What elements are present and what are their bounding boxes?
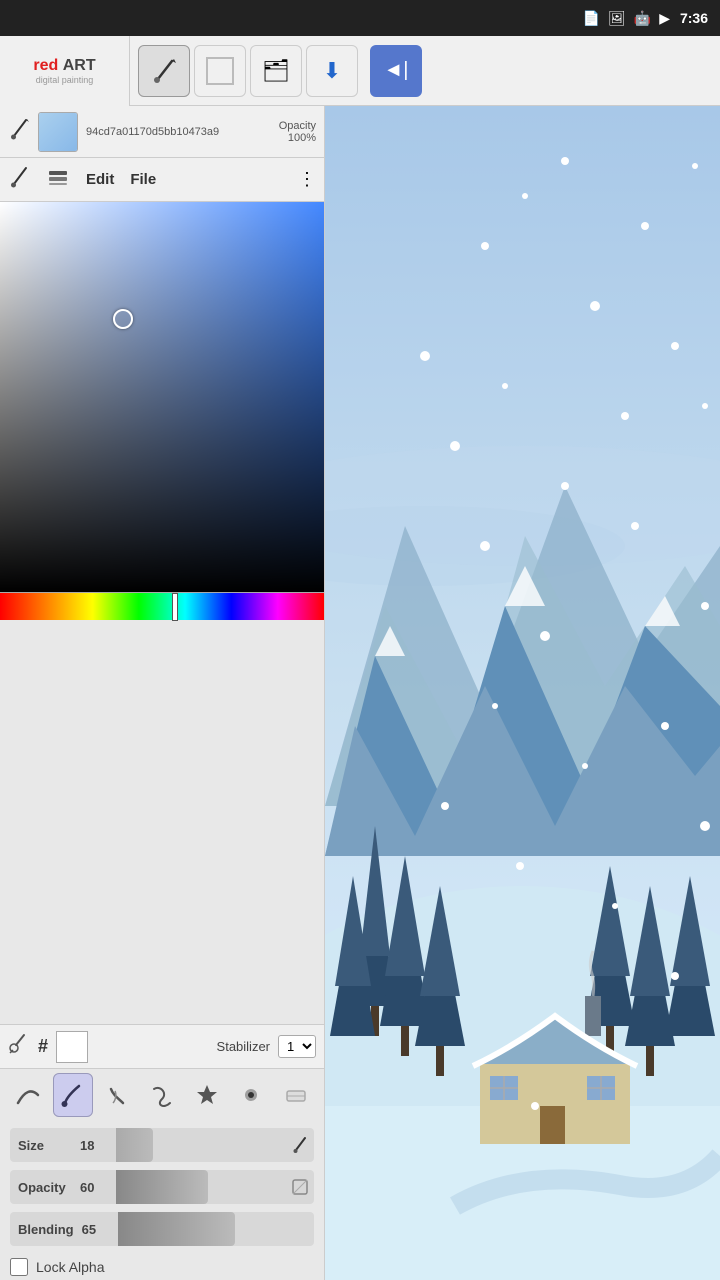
opacity-value: 60 xyxy=(80,1180,116,1195)
top-toolbar: red ART digital painting 🗂 ⬇ ◄| xyxy=(0,36,720,106)
size-slider-row: Size 18 xyxy=(10,1128,314,1162)
opacity-slider-row: Opacity 60 xyxy=(10,1170,314,1204)
edit-button[interactable]: Edit xyxy=(86,171,114,188)
curve-tool-button[interactable] xyxy=(8,1073,49,1117)
size-label: Size xyxy=(10,1138,80,1153)
hue-rainbow[interactable] xyxy=(0,592,324,620)
download-button[interactable]: ⬇ xyxy=(306,45,358,97)
folder-icon: 🗂 xyxy=(262,58,290,84)
smudge-tool-button[interactable] xyxy=(97,1073,138,1117)
new-canvas-icon xyxy=(206,57,234,85)
status-time: 7:36 xyxy=(680,10,708,26)
blending-label: Blending xyxy=(10,1222,82,1237)
brush-type-row xyxy=(0,1068,324,1120)
size-pen-icon xyxy=(286,1131,314,1159)
lock-alpha-label: Lock Alpha xyxy=(36,1259,105,1275)
paint-brush-button[interactable] xyxy=(53,1073,94,1117)
color-picker-area xyxy=(0,202,324,1024)
eyedropper-button[interactable] xyxy=(8,1033,30,1060)
file-button[interactable]: File xyxy=(130,171,156,188)
top-tool-buttons: 🗂 ⬇ ◄| xyxy=(130,45,720,97)
blending-value: 65 xyxy=(82,1222,118,1237)
size-slider[interactable] xyxy=(116,1128,284,1162)
blending-slider[interactable] xyxy=(118,1212,314,1246)
opacity-value: 100% xyxy=(288,132,316,144)
lock-alpha-row: Lock Alpha xyxy=(0,1254,324,1280)
brush-small-icon xyxy=(8,118,30,145)
logo-red: red xyxy=(33,57,58,74)
size-value: 18 xyxy=(80,1138,116,1153)
more-button[interactable]: ⋮ xyxy=(298,169,316,190)
opacity-title: Opacity xyxy=(279,120,316,132)
play-icon: ▶ xyxy=(659,10,670,27)
main-area: 94cd7a01170d5bb10473a9 Opacity 100% xyxy=(0,106,720,1280)
android-icon: 🤖 xyxy=(634,10,651,27)
brush-icon2 xyxy=(8,166,30,193)
edit-file-toolbar: Edit File ⋮ xyxy=(0,158,324,202)
status-bar: 📄 🖼 🤖 ▶ 7:36 xyxy=(0,0,720,36)
color-tools-row: # Stabilizer 1 2 3 4 5 xyxy=(0,1024,324,1068)
download-icon: ⬇ xyxy=(323,58,341,84)
stabilizer-label: Stabilizer xyxy=(217,1039,270,1054)
new-canvas-button[interactable] xyxy=(194,45,246,97)
blending-slider-row: Blending 65 xyxy=(10,1212,314,1246)
opacity-label: Opacity xyxy=(10,1180,80,1195)
color-gradient[interactable] xyxy=(0,202,324,592)
stabilizer-select[interactable]: 1 2 3 4 5 xyxy=(278,1035,316,1058)
layer-id-text: 94cd7a01170d5bb10473a9 xyxy=(86,126,271,138)
hue-cursor[interactable] xyxy=(172,593,178,621)
color-swatch[interactable] xyxy=(56,1031,88,1063)
sliders-area: Size 18 Opacity 60 xyxy=(0,1120,324,1254)
eraser-tool-button[interactable] xyxy=(275,1073,316,1117)
back-button[interactable]: ◄| xyxy=(370,45,422,97)
hash-button[interactable]: # xyxy=(38,1036,48,1057)
brush-icon xyxy=(150,57,178,85)
layer-toolbar: 94cd7a01170d5bb10473a9 Opacity 100% xyxy=(0,106,324,158)
status-icons: 📄 🖼 🤖 ▶ xyxy=(583,10,670,27)
winter-scene xyxy=(325,106,720,1280)
color-cursor[interactable] xyxy=(113,309,133,329)
folder-button[interactable]: 🗂 xyxy=(250,45,302,97)
canvas-area[interactable] xyxy=(325,106,720,1280)
image-status-icon: 🖼 xyxy=(608,10,626,27)
opacity-icon xyxy=(286,1173,314,1201)
lock-alpha-checkbox[interactable] xyxy=(10,1258,28,1276)
layers-icon[interactable] xyxy=(46,165,70,195)
airbrush-tool-button[interactable] xyxy=(231,1073,272,1117)
opacity-slider[interactable] xyxy=(116,1170,284,1204)
opacity-display: Opacity 100% xyxy=(279,120,316,144)
brush-tool-button[interactable] xyxy=(138,45,190,97)
app-logo: red ART digital painting xyxy=(0,36,130,106)
left-panel: 94cd7a01170d5bb10473a9 Opacity 100% xyxy=(0,106,325,1280)
layer-thumbnail[interactable] xyxy=(38,112,78,152)
logo-subtitle: digital painting xyxy=(33,75,95,85)
logo-art: ART xyxy=(63,57,96,74)
file-status-icon: 📄 xyxy=(583,10,600,27)
special-tool-button[interactable] xyxy=(186,1073,227,1117)
back-icon: ◄| xyxy=(384,59,409,82)
rope-tool-button[interactable] xyxy=(142,1073,183,1117)
